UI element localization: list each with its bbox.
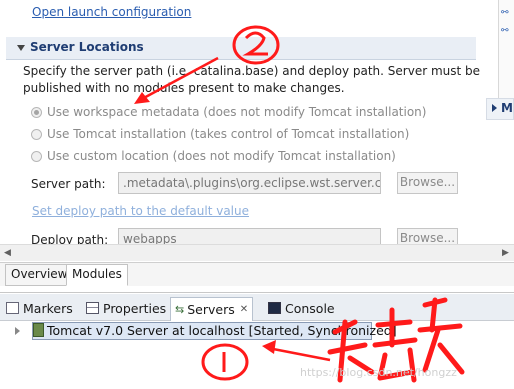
annotation-arrow-2 [139, 56, 219, 102]
annotation-digit-2 [242, 31, 268, 56]
annotation-arrowhead-1 [262, 340, 276, 354]
annotation-arrow-1 [267, 346, 331, 362]
red-annotations [134, 25, 465, 383]
annotation-arrowhead-2 [134, 92, 150, 104]
watermark-text: https://blog.csdn.net/hongzz [300, 366, 457, 379]
